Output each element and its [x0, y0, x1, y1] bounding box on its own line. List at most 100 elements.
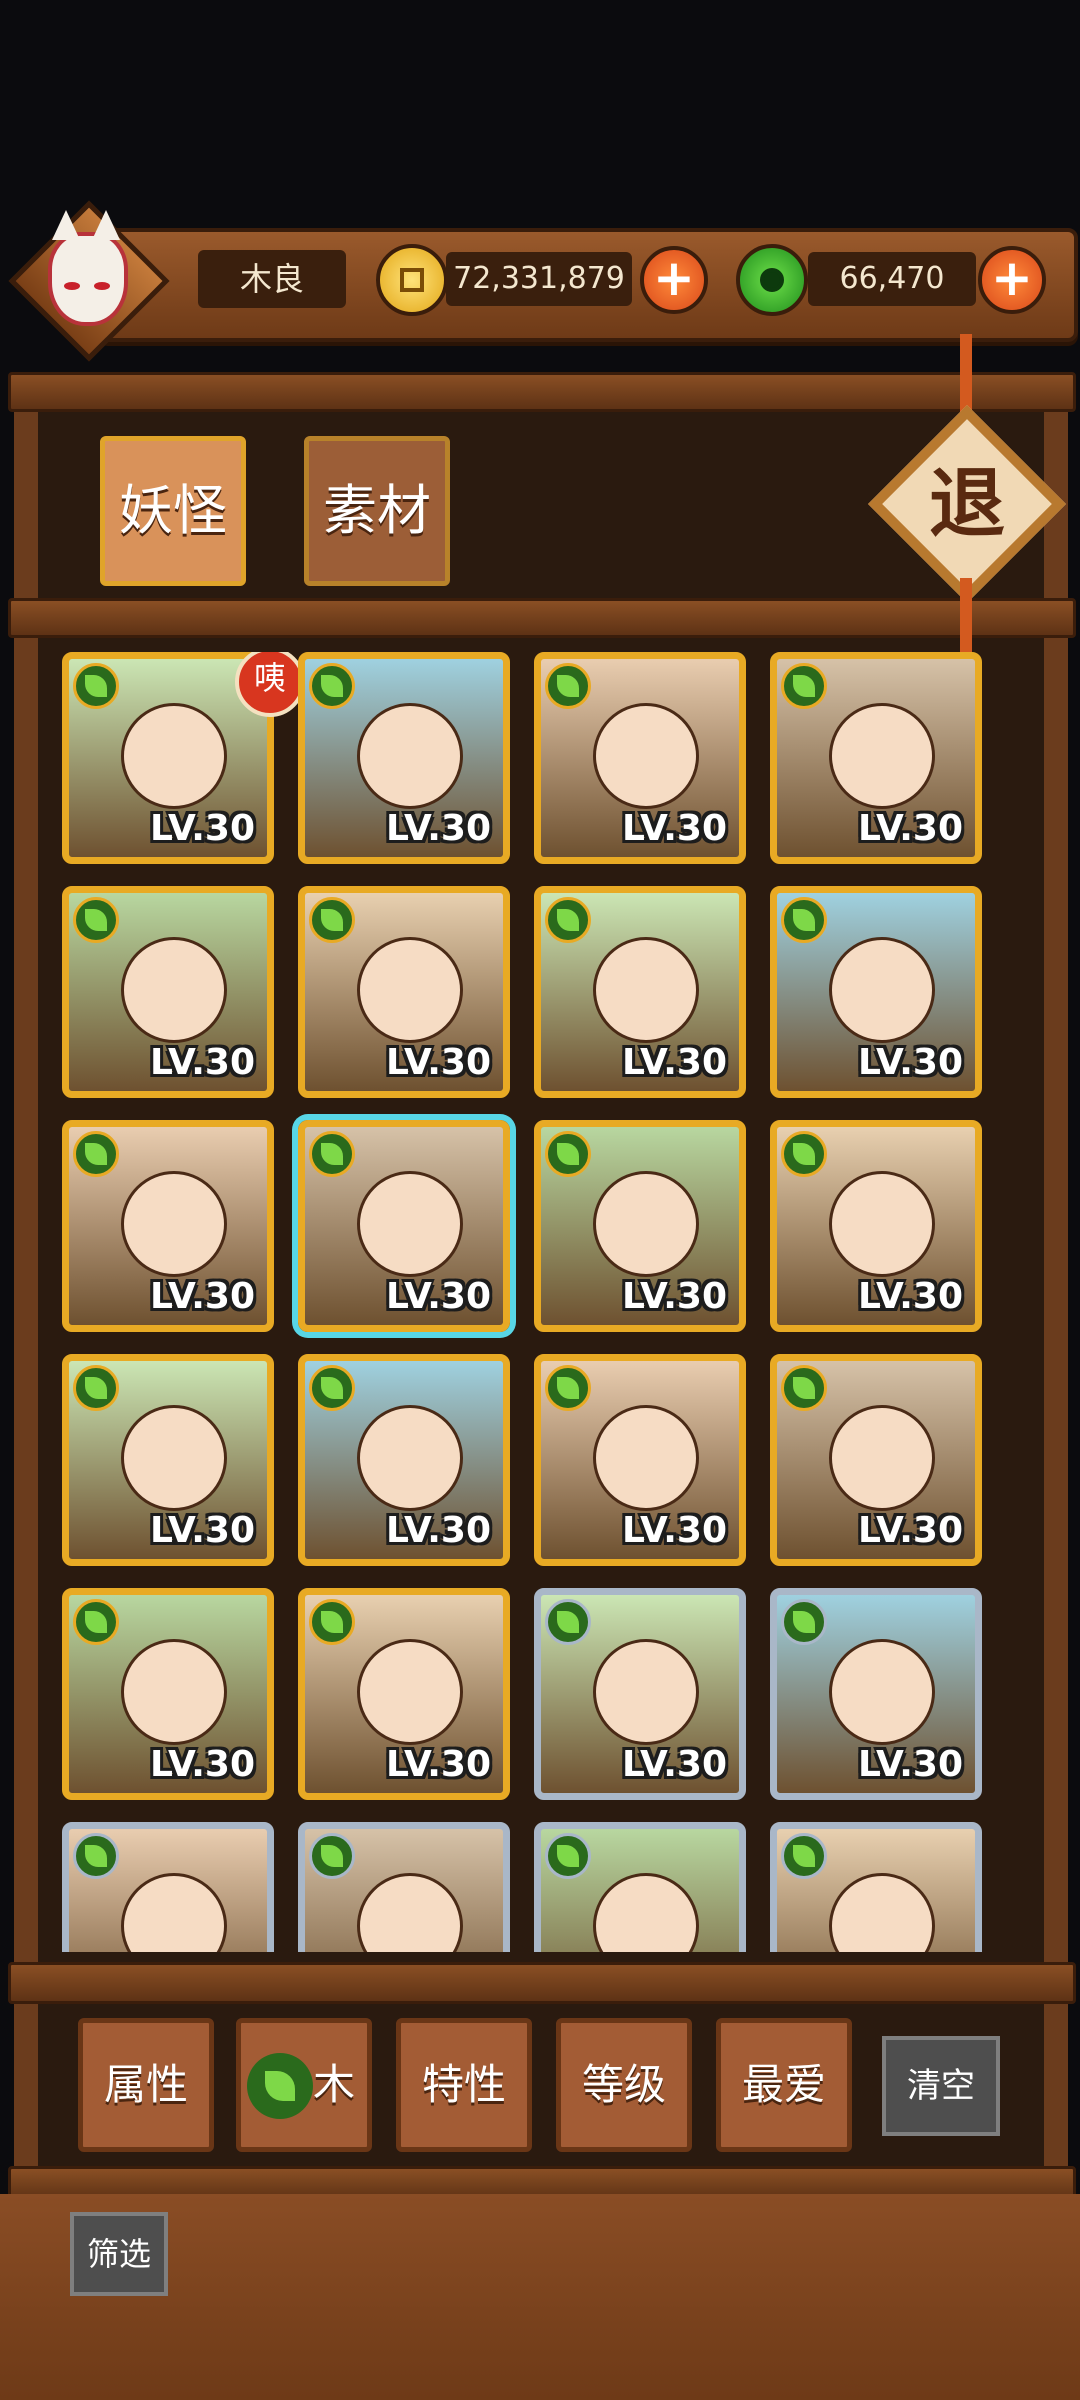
yokai-portrait	[593, 703, 699, 809]
yokai-card[interactable]: LV.30 咦	[62, 652, 305, 864]
leaf-icon	[781, 1365, 827, 1411]
fox-mask-icon	[48, 210, 128, 326]
leaf-icon	[545, 1599, 591, 1645]
yokai-card[interactable]: LV.30	[534, 1120, 746, 1332]
level-label: LV.30	[858, 1276, 963, 1317]
yokai-portrait	[121, 1405, 227, 1511]
yokai-card[interactable]: LV.30	[770, 1354, 982, 1566]
yokai-portrait	[121, 1171, 227, 1277]
filter-toggle-button[interactable]: 筛选	[70, 2212, 168, 2296]
yokai-portrait	[593, 937, 699, 1043]
yokai-portrait	[357, 1873, 463, 1952]
player-avatar[interactable]	[8, 200, 170, 362]
level-label: LV.30	[150, 1744, 255, 1785]
gold-amount: 72,331,879	[446, 252, 632, 306]
yokai-card[interactable]: LV.30	[62, 1120, 274, 1332]
filter-element-label: 木	[312, 2060, 355, 2109]
level-label: LV.30	[858, 1042, 963, 1083]
yokai-card[interactable]: LV.30	[770, 886, 982, 1098]
level-label: LV.30	[622, 1276, 727, 1317]
leaf-icon	[309, 663, 355, 709]
level-label: LV.30	[622, 808, 727, 849]
leaf-icon	[545, 897, 591, 943]
yokai-card[interactable]: LV.30	[534, 886, 746, 1098]
leaf-icon	[73, 1599, 119, 1645]
yokai-card[interactable]: LV.30	[298, 1588, 510, 1800]
filter-element-button[interactable]: 木	[236, 2018, 372, 2152]
yokai-portrait	[357, 1171, 463, 1277]
leaf-icon	[73, 897, 119, 943]
filter-level-button[interactable]: 等级	[556, 2018, 692, 2152]
yokai-card[interactable]: LV.30	[534, 1354, 746, 1566]
level-label: LV.30	[386, 808, 491, 849]
level-label: LV.30	[150, 1276, 255, 1317]
leaf-icon	[73, 1131, 119, 1177]
yokai-portrait	[829, 1171, 935, 1277]
leaf-icon	[781, 663, 827, 709]
level-label: LV.30	[622, 1744, 727, 1785]
filter-attribute-button[interactable]: 属性	[78, 2018, 214, 2152]
yokai-portrait	[121, 1873, 227, 1952]
yokai-portrait	[829, 703, 935, 809]
add-jade-button[interactable]: +	[978, 246, 1046, 314]
new-badge: 咦	[235, 652, 305, 717]
leaf-icon	[73, 1833, 119, 1879]
leaf-icon	[781, 1131, 827, 1177]
leaf-icon	[545, 1365, 591, 1411]
yokai-card[interactable]: LV.30	[298, 1120, 510, 1332]
leaf-icon	[309, 897, 355, 943]
yokai-card[interactable]: LV.30	[298, 886, 510, 1098]
level-label: LV.30	[622, 1042, 727, 1083]
level-label: LV.30	[386, 1042, 491, 1083]
leaf-icon	[309, 1131, 355, 1177]
player-name: 木良	[198, 250, 346, 308]
yokai-card[interactable]	[298, 1822, 510, 1952]
leaf-icon	[309, 1599, 355, 1645]
gold-coin-icon	[376, 244, 448, 316]
level-label: LV.30	[386, 1276, 491, 1317]
cabinet-shelf-beam	[8, 598, 1076, 638]
leaf-icon	[781, 897, 827, 943]
yokai-card[interactable]: LV.30	[770, 1588, 982, 1800]
yokai-card[interactable]: LV.30	[534, 1588, 746, 1800]
yokai-card[interactable]	[770, 1822, 982, 1952]
leaf-icon	[309, 1833, 355, 1879]
yokai-card[interactable]: LV.30	[298, 652, 510, 864]
level-label: LV.30	[150, 1510, 255, 1551]
yokai-portrait	[357, 1639, 463, 1745]
yokai-portrait	[593, 1639, 699, 1745]
exit-label[interactable]: 退	[897, 434, 1037, 574]
jade-amount: 66,470	[808, 252, 976, 306]
yokai-portrait	[121, 703, 227, 809]
leaf-icon	[545, 663, 591, 709]
leaf-icon	[73, 1365, 119, 1411]
yokai-card[interactable]: LV.30	[770, 652, 982, 864]
leaf-icon	[545, 1131, 591, 1177]
yokai-portrait	[593, 1171, 699, 1277]
yokai-card[interactable]: LV.30	[62, 886, 274, 1098]
yokai-portrait	[121, 1639, 227, 1745]
yokai-portrait	[829, 937, 935, 1043]
yokai-portrait	[829, 1639, 935, 1745]
yokai-card[interactable]: LV.30	[298, 1354, 510, 1566]
clear-filter-button[interactable]: 清空	[882, 2036, 1000, 2136]
yokai-portrait	[593, 1405, 699, 1511]
yokai-card[interactable]: LV.30	[770, 1120, 982, 1332]
tab-materials[interactable]: 素材	[304, 436, 450, 586]
yokai-card[interactable]: LV.30	[62, 1588, 274, 1800]
leaf-icon	[73, 663, 119, 709]
add-gold-button[interactable]: +	[640, 246, 708, 314]
yokai-portrait	[593, 1873, 699, 1952]
yokai-card[interactable]: LV.30	[62, 1354, 274, 1566]
yokai-portrait	[829, 1873, 935, 1952]
level-label: LV.30	[858, 1744, 963, 1785]
yokai-card[interactable]: LV.30	[534, 652, 746, 864]
yokai-portrait	[829, 1405, 935, 1511]
yokai-card[interactable]	[62, 1822, 274, 1952]
cabinet-top-beam	[8, 372, 1076, 412]
yokai-grid[interactable]: LV.30 咦 LV.30 LV.30 LV.30 LV.30 LV.30 LV.30 LV.3…	[62, 652, 1022, 1952]
yokai-card[interactable]	[534, 1822, 746, 1952]
tab-yokai[interactable]: 妖怪	[100, 436, 246, 586]
filter-favorite-button[interactable]: 最爱	[716, 2018, 852, 2152]
filter-trait-button[interactable]: 特性	[396, 2018, 532, 2152]
